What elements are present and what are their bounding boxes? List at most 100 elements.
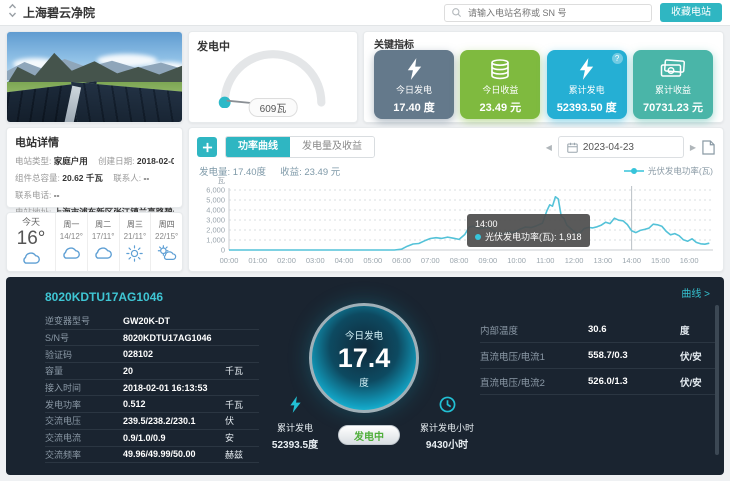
cloud-icon	[20, 250, 42, 270]
date-navigation: ◀ 2023-04-23 ▶	[546, 136, 715, 158]
svg-text:瓦: 瓦	[218, 176, 226, 185]
solar-dashboard: 上海碧云净院 收藏电站 发电中 609瓦	[0, 0, 730, 481]
collapse-chevrons-icon[interactable]	[8, 3, 17, 23]
tab-energy-profit[interactable]: 发电量及收益	[290, 137, 374, 157]
table-row: 逆变器型号GW20K-DT	[45, 313, 259, 330]
legend-dot-icon	[475, 234, 481, 240]
station-photo	[6, 31, 183, 123]
calendar-icon	[567, 142, 578, 153]
cloud-icon	[60, 245, 82, 265]
total-generation-stat: 累计发电 52393.5度	[256, 396, 334, 451]
svg-text:13:00: 13:00	[593, 256, 612, 265]
generating-status-button[interactable]: 发电中	[338, 425, 400, 445]
details-line: 联系电话: --	[15, 189, 174, 201]
details-line: 电站类型: 家庭户用 创建日期: 2018-02-01	[15, 155, 174, 167]
svg-text:6,000: 6,000	[206, 186, 225, 195]
export-icon[interactable]	[702, 140, 715, 155]
favorite-station-button[interactable]: 收藏电站	[660, 3, 722, 22]
svg-text:11:00: 11:00	[536, 256, 554, 265]
help-icon[interactable]: ?	[612, 53, 623, 64]
date-picker[interactable]: 2023-04-23	[558, 136, 684, 158]
inverter-sn-title: 8020KDTU17AG1046	[45, 290, 163, 304]
table-row: 验证码028102	[45, 346, 259, 363]
sun-icon	[126, 245, 143, 267]
money-icon	[660, 57, 686, 81]
indicator-label: 累计收益	[655, 83, 691, 96]
power-chart[interactable]: 01,0002,0003,0004,0005,0006,000瓦00:0001:…	[195, 174, 719, 268]
station-details-title: 电站详情	[15, 134, 174, 150]
svg-text:02:00: 02:00	[277, 256, 296, 265]
selected-date: 2023-04-23	[583, 142, 634, 153]
table-row: 发电功率0.512千瓦	[45, 396, 259, 413]
details-line: 组件总容量: 20.62 千瓦 联系人: --	[15, 172, 174, 184]
chart-tooltip: 14:00 光伏发电功率(瓦): 1,918	[467, 214, 590, 247]
inverter-left-table: 逆变器型号GW20K-DTS/N号8020KDTU17AG1046验证码0281…	[45, 313, 259, 463]
chart-tabs: 功率曲线发电量及收益	[225, 136, 375, 158]
weather-day: 周三21/11°	[120, 213, 152, 271]
svg-text:08:00: 08:00	[450, 256, 469, 265]
tooltip-value-row: 光伏发电功率(瓦): 1,918	[475, 231, 582, 244]
indicator-card-3: 累计收益 70731.23 元	[633, 50, 713, 119]
indicator-card-1: 今日收益23.49 元	[460, 50, 540, 119]
inverter-panel: 8020KDTU17AG1046 曲线 > 逆变器型号GW20K-DTS/N号8…	[6, 277, 724, 475]
station-details-card: 电站详情 电站类型: 家庭户用 创建日期: 2018-02-01 组件总容量: …	[6, 127, 183, 208]
search-input[interactable]	[466, 7, 645, 19]
svg-text:00:00: 00:00	[220, 256, 239, 265]
gauge-needle-dot	[219, 97, 231, 108]
indicator-label: 今日收益	[482, 83, 518, 96]
table-row: 交流频率49.96/49.99/50.00赫兹	[45, 447, 259, 464]
clock-icon	[439, 400, 456, 417]
weather-day: 周四22/15°	[151, 213, 182, 271]
table-row: 交流电流0.9/1.0/0.9安	[45, 430, 259, 447]
svg-text:06:00: 06:00	[392, 256, 411, 265]
indicator-card-0: 今日发电 17.40 度	[374, 50, 454, 119]
svg-text:5,000: 5,000	[206, 196, 225, 205]
key-indicators-card: 关键指标 今日发电 17.40 度 今日收益23.49 元?累计发电52393.50…	[363, 31, 724, 123]
table-row: 直流电压/电流2526.0/1.3伏/安	[480, 369, 718, 395]
svg-text:10:00: 10:00	[507, 256, 526, 265]
lightning-icon	[289, 400, 302, 417]
svg-text:01:00: 01:00	[248, 256, 267, 265]
tab-power-curve[interactable]: 功率曲线	[226, 137, 290, 157]
svg-text:12:00: 12:00	[565, 256, 584, 265]
table-row: 交流电压239.5/238.2/230.1伏	[45, 413, 259, 430]
add-compare-button[interactable]	[197, 137, 217, 157]
station-search[interactable]	[444, 4, 652, 22]
table-row: 内部温度30.6度	[480, 317, 718, 343]
indicator-tiles: 今日发电17.40 度今日收益23.49 元?累计发电52393.50 度累计收…	[374, 50, 713, 119]
page-title: 上海碧云净院	[23, 4, 95, 21]
key-indicators-title: 关键指标	[374, 36, 713, 51]
svg-text:0: 0	[221, 246, 225, 255]
svg-text:3,000: 3,000	[206, 216, 225, 225]
chart-header: 功率曲线发电量及收益 ◀ 2023-04-23 ▶	[197, 136, 715, 158]
svg-text:15:00: 15:00	[651, 256, 670, 265]
weather-day: 周一14/12°	[56, 213, 88, 271]
prev-day-icon[interactable]: ◀	[546, 143, 552, 152]
table-row: S/N号8020KDTU17AG1046	[45, 330, 259, 347]
next-day-icon[interactable]: ▶	[690, 143, 696, 152]
indicator-value: 17.40 度	[393, 99, 435, 115]
panel-scrollbar[interactable]	[715, 305, 719, 455]
svg-text:04:00: 04:00	[335, 256, 354, 265]
weather-card: 今天 16° 周一14/12°周二17/11°周三21/11°周四22/15°	[6, 212, 183, 272]
coins-icon	[488, 57, 512, 81]
curve-link[interactable]: 曲线 >	[681, 285, 710, 300]
indicator-value: 70731.23 元	[643, 99, 703, 115]
svg-text:14:00: 14:00	[622, 256, 641, 265]
inverter-right-table: 内部温度30.6度直流电压/电流1558.7/0.3伏/安直流电压/电流2526…	[480, 317, 718, 395]
search-icon	[451, 7, 462, 18]
svg-text:03:00: 03:00	[306, 256, 325, 265]
indicator-label: 今日发电	[396, 83, 432, 96]
svg-text:09:00: 09:00	[478, 256, 497, 265]
svg-text:16:00: 16:00	[680, 256, 699, 265]
generation-hours-stat: 累计发电小时 9430小时	[404, 396, 490, 451]
weather-today: 今天 16°	[7, 213, 56, 271]
svg-text:05:00: 05:00	[363, 256, 382, 265]
indicator-card-2: ?累计发电52393.50 度	[547, 50, 627, 119]
svg-text:2,000: 2,000	[206, 226, 225, 235]
weather-day: 周二17/11°	[88, 213, 120, 271]
svg-text:1,000: 1,000	[206, 236, 225, 245]
table-row: 接入时间2018-02-01 16:13:53	[45, 380, 259, 397]
tooltip-time: 14:00	[475, 218, 582, 231]
generation-status-card: 发电中 609瓦	[188, 31, 358, 123]
